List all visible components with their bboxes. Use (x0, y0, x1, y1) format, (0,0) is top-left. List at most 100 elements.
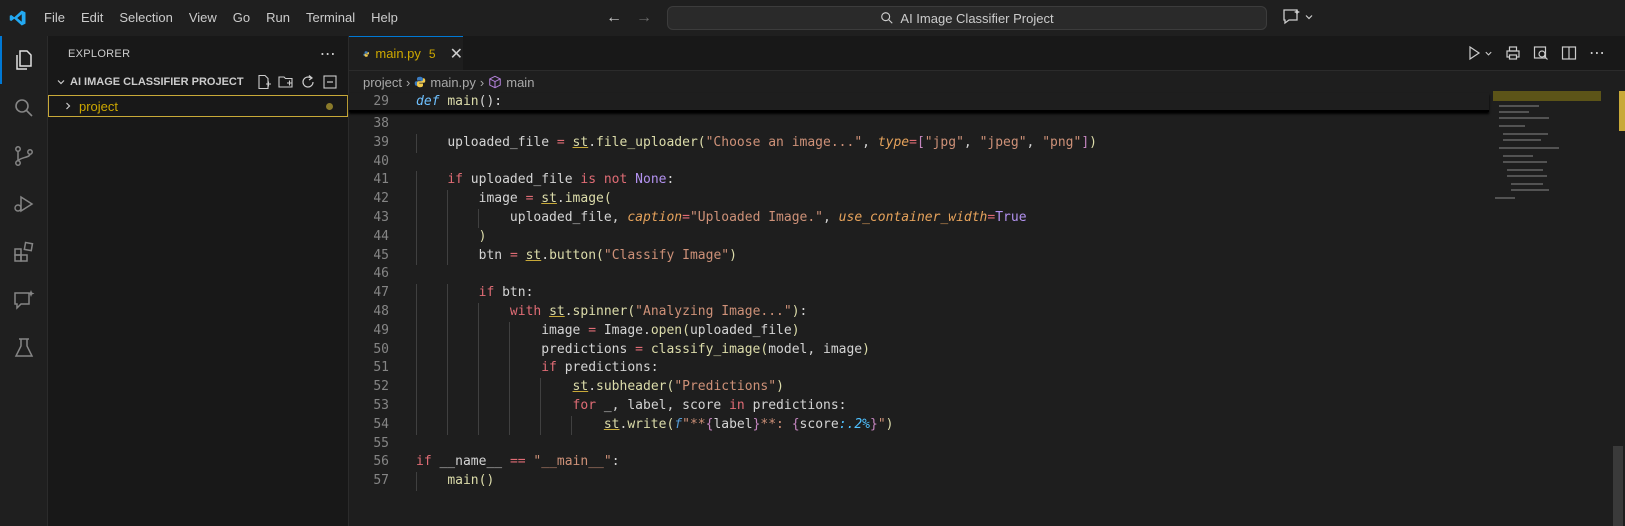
line-number: 53 (373, 397, 389, 413)
menu-help[interactable]: Help (363, 0, 406, 36)
collapse-all-icon[interactable] (322, 74, 338, 90)
menu-edit[interactable]: Edit (73, 0, 111, 36)
explorer-header: EXPLORER ⋯ (48, 36, 348, 71)
python-file-icon (363, 50, 369, 57)
chevron-right-icon: › (406, 74, 411, 90)
minimap-line (1503, 139, 1541, 141)
run-icon[interactable] (1466, 45, 1482, 61)
code-line-42[interactable]: 42 image = st.image( (349, 190, 1489, 209)
new-file-icon[interactable] (256, 74, 272, 90)
code-line-50[interactable]: 50 predictions = classify_image(model, i… (349, 340, 1489, 360)
code-text: if btn: (416, 284, 533, 303)
breadcrumb-folder[interactable]: project (363, 75, 402, 90)
chat-sparkle-icon (14, 290, 35, 310)
menu-selection[interactable]: Selection (111, 0, 180, 36)
command-center-search[interactable]: AI Image Classifier Project (667, 6, 1267, 30)
workspace-section-header[interactable]: AI IMAGE CLASSIFIER PROJECT (48, 71, 348, 93)
code-text: predictions = classify_image(model, imag… (416, 340, 870, 360)
beaker-icon (14, 338, 34, 357)
modified-dot-icon (326, 103, 333, 110)
line-number: 57 (373, 473, 389, 489)
run-debug-tab[interactable] (0, 180, 48, 228)
code-line-45[interactable]: 45 btn = st.button("Classify Image") (349, 246, 1489, 266)
forward-arrow-icon[interactable]: → (636, 8, 652, 28)
code-line-38[interactable]: 38 (349, 115, 1489, 134)
breadcrumb-symbol[interactable]: main (506, 75, 534, 90)
code-line-57[interactable]: 57 main() (349, 472, 1489, 491)
chat-tab[interactable] (0, 276, 48, 324)
code-line-54[interactable]: 54 st.write(f"**{label}**: {score:.2%}") (349, 415, 1489, 435)
code-editor[interactable]: 29 def main(): 38 39 uploaded_file = st.… (349, 93, 1489, 491)
line-number: 38 (373, 116, 389, 131)
line-number: 47 (373, 285, 389, 301)
workspace-name: AI IMAGE CLASSIFIER PROJECT (70, 76, 244, 88)
more-actions-icon[interactable]: ⋯ (1589, 43, 1605, 63)
code-line-49[interactable]: 49 image = Image.open(uploaded_file) (349, 321, 1489, 341)
code-line-41[interactable]: 41 if uploaded_file is not None: (349, 171, 1489, 191)
minimap-line (1499, 147, 1559, 149)
explorer-title: EXPLORER (68, 47, 131, 60)
search-tab[interactable] (0, 84, 48, 132)
minimap-line (1507, 169, 1543, 171)
menu-go[interactable]: Go (225, 0, 258, 36)
minimap-line (1499, 117, 1549, 119)
vertical-scrollbar[interactable] (1611, 91, 1625, 526)
more-actions-icon[interactable]: ⋯ (320, 44, 336, 64)
testing-tab[interactable] (0, 324, 48, 372)
new-folder-icon[interactable] (278, 74, 294, 90)
tab-main-py[interactable]: main.py 5 ✕ (349, 36, 463, 70)
line-number: 52 (373, 379, 389, 395)
menu-file[interactable]: File (36, 0, 73, 36)
editor-area: main.py 5 ✕ ⋯ project › main.py › main 2… (349, 36, 1625, 526)
line-number: 42 (373, 191, 389, 207)
code-line-44[interactable]: 44 ) (349, 227, 1489, 247)
search-text: AI Image Classifier Project (900, 10, 1054, 26)
close-icon[interactable]: ✕ (450, 44, 463, 64)
menu-terminal[interactable]: Terminal (298, 0, 363, 36)
menu-run[interactable]: Run (258, 0, 298, 36)
python-file-icon (415, 76, 426, 88)
print-icon[interactable] (1505, 45, 1521, 61)
breadcrumb-file[interactable]: main.py (430, 75, 476, 90)
back-arrow-icon[interactable]: ← (606, 8, 622, 28)
code-line-51[interactable]: 51 if predictions: (349, 359, 1489, 379)
code-line-39[interactable]: 39 uploaded_file = st.file_uploader("Cho… (349, 133, 1489, 153)
minimap-line (1503, 161, 1547, 163)
code-text: uploaded_file, caption="Uploaded Image."… (416, 208, 1027, 228)
code-line-46[interactable]: 46 (349, 265, 1489, 284)
copilot-chat-button[interactable] (1282, 8, 1314, 26)
scroll-thumb[interactable] (1613, 446, 1623, 526)
extensions-tab[interactable] (0, 228, 48, 276)
refresh-icon[interactable] (300, 74, 316, 90)
chevron-down-icon (52, 77, 70, 87)
minimap[interactable] (1489, 91, 1601, 211)
code-line-55[interactable]: 55 (349, 435, 1489, 454)
split-editor-icon[interactable] (1561, 45, 1577, 61)
tree-item-project-folder[interactable]: project (48, 95, 348, 117)
menu-view[interactable]: View (181, 0, 225, 36)
explorer-sidebar: EXPLORER ⋯ AI IMAGE CLASSIFIER PROJECT p… (48, 36, 349, 526)
code-text: main() (416, 472, 494, 491)
activity-bar (0, 36, 48, 526)
code-line-43[interactable]: 43 uploaded_file, caption="Uploaded Imag… (349, 208, 1489, 228)
source-control-tab[interactable] (0, 132, 48, 180)
code-line-53[interactable]: 53 for _, label, score in predictions: (349, 396, 1489, 416)
explorer-tab[interactable] (0, 36, 48, 84)
minimap-line (1507, 175, 1547, 177)
code-line-40[interactable]: 40 (349, 153, 1489, 172)
code-text: st.write(f"**{label}**: {score:.2%}") (416, 415, 893, 435)
minimap-line (1511, 189, 1549, 191)
code-line-48[interactable]: 48 with st.spinner("Analyzing Image...")… (349, 302, 1489, 322)
editor-actions: ⋯ (1466, 43, 1605, 63)
code-line-52[interactable]: 52 st.subheader("Predictions") (349, 378, 1489, 397)
line-number: 51 (373, 360, 389, 376)
minimap-line (1503, 133, 1548, 135)
chevron-down-icon[interactable] (1484, 49, 1493, 58)
code-line-47[interactable]: 47 if btn: (349, 284, 1489, 303)
sticky-scroll-line[interactable]: 29 def main(): (349, 93, 1489, 112)
minimap-line (1511, 183, 1543, 185)
breadcrumb: project › main.py › main (349, 71, 1625, 93)
minimap-line (1503, 155, 1533, 157)
code-line-56[interactable]: 56 if __name__ == "__main__": (349, 453, 1489, 472)
preview-search-icon[interactable] (1533, 45, 1549, 61)
